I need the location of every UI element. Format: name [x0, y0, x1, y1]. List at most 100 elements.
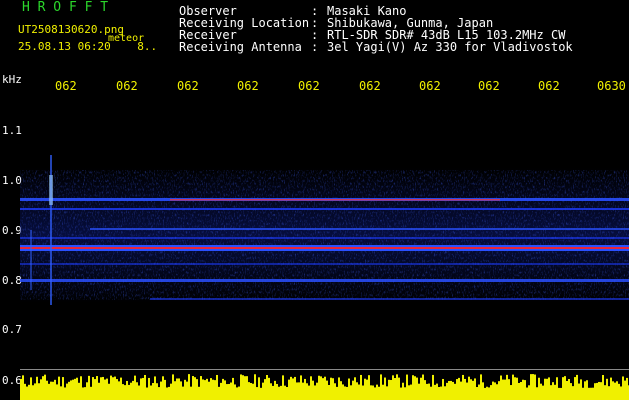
level-bar-segment — [134, 375, 136, 400]
level-bar-segment — [554, 384, 556, 400]
level-bar-segment — [560, 387, 562, 400]
level-bar-segment — [444, 386, 446, 400]
level-bar-segment — [292, 378, 294, 400]
level-bar-segment — [44, 374, 46, 400]
level-bar-segment — [62, 377, 64, 400]
level-bar-segment — [470, 379, 472, 400]
signal-line-088 — [20, 237, 629, 239]
level-bar-segment — [166, 387, 168, 400]
level-bar-segment — [334, 383, 336, 400]
level-bar-segment — [182, 386, 184, 400]
level-bar-segment — [198, 386, 200, 400]
level-bar-segment — [540, 383, 542, 400]
plot-divider — [20, 369, 629, 370]
level-bar-segment — [76, 377, 78, 400]
level-bar-segment — [72, 379, 74, 400]
level-bar-segment — [162, 376, 164, 400]
level-bar-segment — [178, 378, 180, 400]
level-bar-segment — [612, 381, 614, 400]
level-bar-segment — [222, 378, 224, 400]
level-bar-segment — [86, 382, 88, 400]
level-bar-segment — [582, 387, 584, 400]
level-bar-segment — [404, 387, 406, 400]
level-bar-segment — [188, 374, 190, 400]
level-bar-segment — [498, 381, 500, 400]
level-bar-segment — [436, 383, 438, 400]
level-bar-segment — [476, 387, 478, 400]
level-bar-segment — [230, 382, 232, 400]
level-bar-segment — [424, 380, 426, 400]
level-bar-segment — [486, 386, 488, 400]
y-tick-label: 0.6 — [2, 374, 22, 387]
level-bar-segment — [236, 387, 238, 400]
level-bar-segment — [36, 376, 38, 400]
level-bar-segment — [420, 377, 422, 400]
level-bar-segment — [556, 377, 558, 400]
level-bar-segment — [464, 378, 466, 400]
level-bar-segment — [254, 374, 256, 400]
spectrogram-svg — [20, 155, 629, 400]
level-bar-segment — [340, 381, 342, 400]
level-bar-segment — [38, 383, 40, 400]
level-bar-segment — [408, 385, 410, 400]
level-bar-segment — [484, 387, 486, 400]
level-bar-segment — [400, 387, 402, 400]
level-bar-segment — [552, 382, 554, 400]
level-bar-segment — [362, 385, 364, 400]
level-bar-segment — [462, 374, 464, 400]
level-bar-segment — [442, 378, 444, 400]
level-bar-segment — [304, 378, 306, 400]
level-bar-segment — [348, 378, 350, 400]
level-bar-segment — [602, 375, 604, 400]
level-bar-segment — [42, 376, 44, 400]
level-bar-segment — [54, 379, 56, 400]
level-bar-segment — [440, 386, 442, 400]
level-bar-segment — [364, 378, 366, 400]
level-bar-segment — [202, 379, 204, 400]
level-bar-segment — [352, 380, 354, 400]
hrofft-screen: H R O F F T UT2508130620.png meteor 25.0… — [0, 0, 629, 400]
level-bar-segment — [384, 377, 386, 400]
level-bar-segment — [568, 379, 570, 400]
level-bar-segment — [514, 377, 516, 400]
level-bar-segment — [616, 381, 618, 400]
level-bar-segment — [138, 385, 140, 400]
level-bar-segment — [160, 381, 162, 400]
level-bar-segment — [598, 381, 600, 400]
level-bar-segment — [184, 379, 186, 400]
level-bar-segment — [212, 379, 214, 400]
level-bar-segment — [64, 387, 66, 400]
level-bar-segment — [186, 381, 188, 400]
level-bar-segment — [600, 382, 602, 400]
level-bar-segment — [74, 378, 76, 400]
level-bar-segment — [220, 382, 222, 400]
level-bar-segment — [286, 386, 288, 400]
level-bar-segment — [622, 376, 624, 400]
level-bar-segment — [606, 378, 608, 400]
level-bar-segment — [550, 385, 552, 400]
level-bar-segment — [132, 380, 134, 400]
level-bar-segment — [106, 378, 108, 400]
level-bar-segment — [392, 375, 394, 400]
meteor-streak — [30, 230, 32, 290]
level-bar-segment — [584, 381, 586, 400]
level-bar-segment — [524, 380, 526, 400]
level-bar-segment — [218, 386, 220, 400]
level-bar-segment — [246, 376, 248, 400]
level-bar-segment — [276, 383, 278, 400]
level-bar-segment — [496, 384, 498, 400]
level-bar-segment — [196, 379, 198, 400]
signal-line-080 — [20, 279, 629, 282]
level-bar-segment — [570, 383, 572, 400]
level-bar-segment — [626, 377, 628, 400]
level-bar-segment — [40, 379, 42, 400]
level-bar-segment — [468, 376, 470, 400]
level-bar-segment — [502, 379, 504, 400]
level-bar-segment — [204, 380, 206, 400]
level-bar-segment — [144, 374, 146, 400]
level-bar-segment — [532, 374, 534, 400]
time-tick-label: 062 — [478, 79, 500, 93]
level-bar-segment — [48, 383, 50, 400]
level-bar-segment — [92, 377, 94, 400]
level-bar-segment — [274, 380, 276, 400]
